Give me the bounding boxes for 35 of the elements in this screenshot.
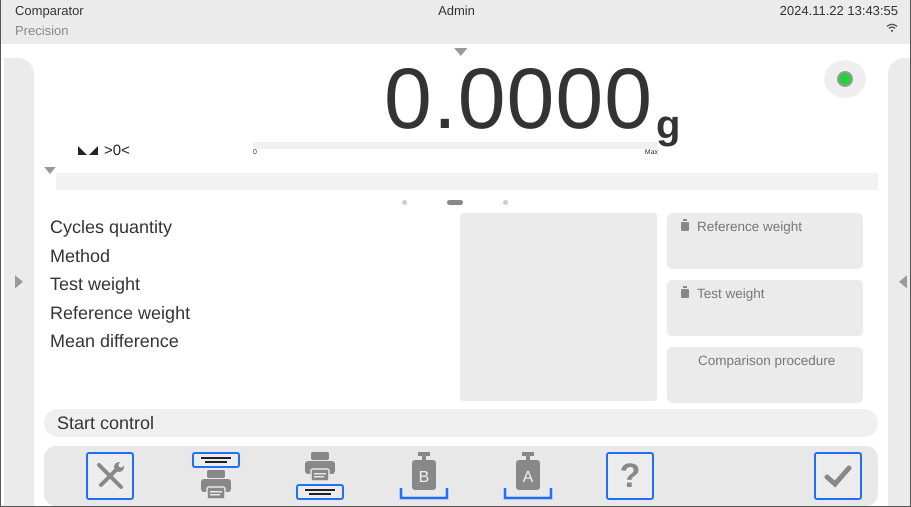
info-field: Test weight (50, 270, 450, 298)
confirm-button[interactable] (814, 452, 862, 500)
start-control-bar[interactable]: Start control (44, 409, 878, 437)
printer-icon (303, 452, 337, 482)
weight-button[interactable]: A (502, 450, 554, 502)
profile-name: Precision (15, 23, 68, 38)
mode-name: Comparator (15, 3, 84, 18)
checkmark-icon (824, 464, 852, 488)
date-time: 2024.11.22 13:43:55 (780, 3, 898, 18)
page-indicator[interactable] (447, 200, 463, 204)
weight-unit: g (656, 105, 680, 145)
arrow-right-icon[interactable] (15, 275, 23, 289)
arrow-down-icon[interactable] (454, 48, 468, 56)
weight-icon (681, 286, 689, 298)
weight-reading: 0.0000 (384, 59, 654, 139)
stability-icon (78, 146, 100, 155)
settings-button[interactable] (86, 452, 134, 500)
function-tile[interactable]: Comparison procedure (667, 347, 863, 403)
info-field: Cycles quantity (50, 213, 450, 242)
page-indicator[interactable] (503, 200, 508, 204)
info-field: Reference weight (50, 298, 450, 327)
arrow-down-icon[interactable] (44, 167, 56, 174)
info-field: Method (50, 242, 450, 270)
function-tile[interactable]: Test weight (667, 280, 863, 336)
arrow-left-icon[interactable] (899, 275, 907, 289)
zero-indicator: >0< (104, 142, 130, 159)
user-name: Admin (438, 3, 475, 18)
info-field: Mean difference (50, 327, 450, 356)
printer-icon (199, 470, 233, 500)
weight-button[interactable]: B (398, 450, 450, 502)
page-indicator[interactable] (402, 200, 407, 204)
function-tile[interactable]: Reference weight (667, 213, 863, 269)
wifi-icon (886, 23, 898, 32)
help-button[interactable]: ? (606, 452, 654, 500)
weight-icon (681, 219, 689, 231)
